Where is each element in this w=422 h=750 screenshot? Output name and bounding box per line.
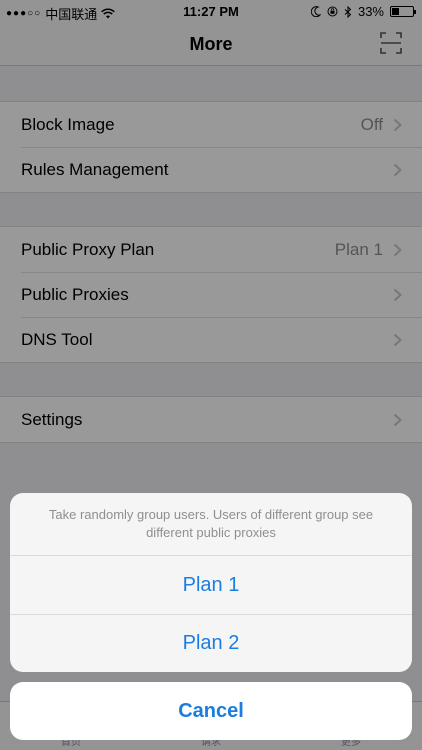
cancel-button[interactable]: Cancel: [10, 682, 412, 740]
action-sheet: Take randomly group users. Users of diff…: [10, 493, 412, 672]
plan-1-option[interactable]: Plan 1: [10, 556, 412, 614]
action-sheet-message: Take randomly group users. Users of diff…: [10, 493, 412, 556]
plan-2-option[interactable]: Plan 2: [10, 614, 412, 672]
